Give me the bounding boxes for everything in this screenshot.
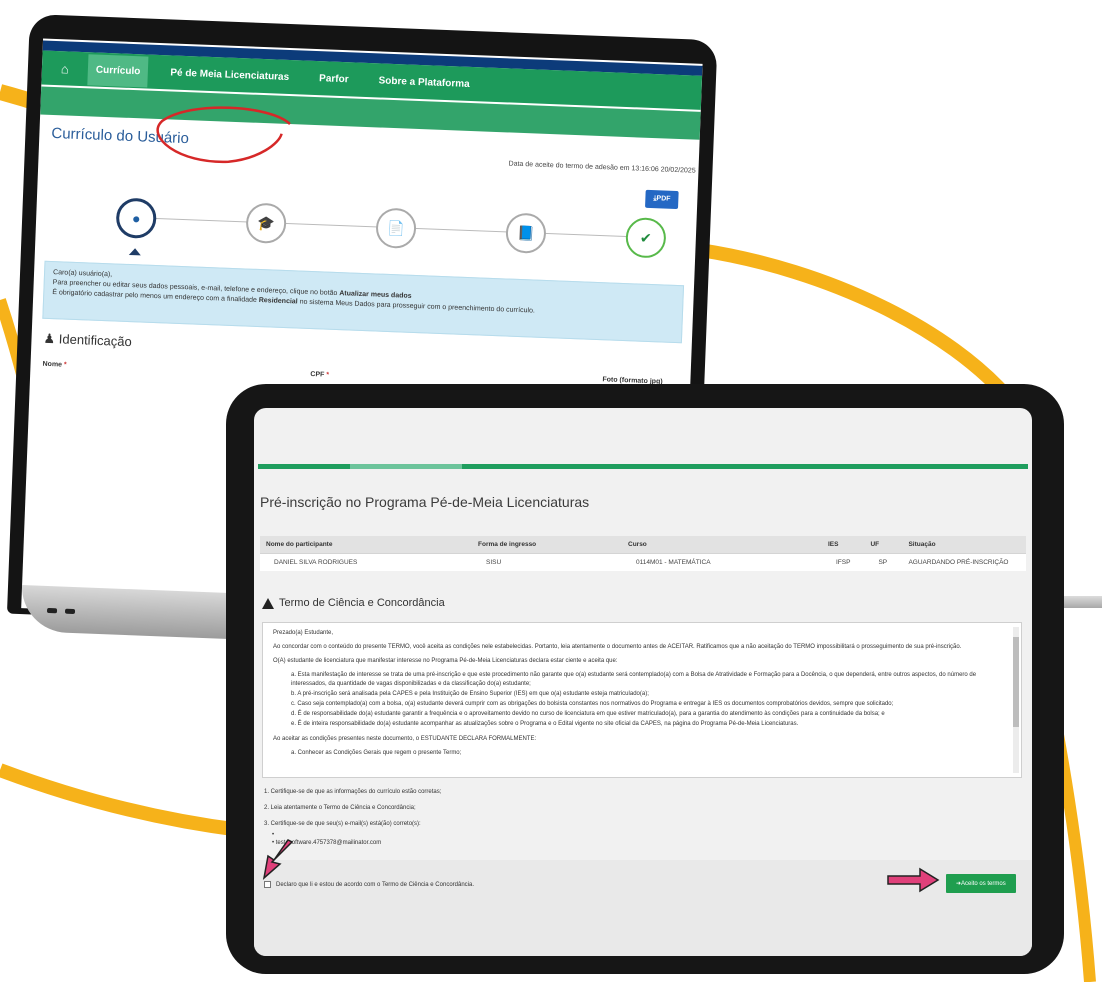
- step-book-icon[interactable]: 📘: [505, 212, 547, 254]
- scrollbar-thumb[interactable]: [1013, 637, 1019, 727]
- col-header: Nome do participante: [260, 536, 472, 554]
- terms-formal-list: a. Conhecer as Condições Gerais que rege…: [291, 749, 1001, 758]
- tablet-top-bar: [258, 464, 1028, 469]
- instruction-item: 1. Certifique-se de que as informações d…: [264, 789, 442, 795]
- section-identificacao: ♟ Identificação: [43, 330, 133, 350]
- step-document-icon[interactable]: 📄: [375, 207, 417, 249]
- nav-item-pe-de-meia[interactable]: Pé de Meia Licenciaturas: [162, 57, 298, 93]
- red-circle-annotation: [156, 106, 291, 163]
- nav-item-parfor[interactable]: Parfor: [311, 62, 358, 95]
- list-item: e. É de inteira responsabilidade do(a) e…: [291, 721, 799, 727]
- table-cell: IFSP: [822, 553, 865, 571]
- col-header: Forma de ingresso: [472, 536, 622, 554]
- nav-item-sobre[interactable]: Sobre a Plataforma: [370, 65, 478, 100]
- table-cell: AGUARDANDO PRÉ-INSCRIÇÃO: [902, 553, 1026, 571]
- terms-declares: O(A) estudante de licenciatura que manif…: [273, 658, 618, 664]
- list-item: b. A pré-inscrição será analisada pela C…: [291, 691, 649, 697]
- terms-scrollbar[interactable]: [1013, 627, 1019, 773]
- list-item: d. É de responsabilidade do(a) estudante…: [291, 711, 885, 717]
- table-cell: DANIEL SILVA RODRIGUES: [260, 553, 472, 571]
- col-header: Curso: [622, 536, 822, 554]
- pdf-button[interactable]: ⤓PDF: [645, 189, 679, 210]
- col-header: IES: [822, 536, 865, 554]
- tablet-top-bar-active: [350, 464, 462, 469]
- table-cell: SP: [864, 553, 903, 571]
- step-check-icon[interactable]: ✔: [625, 217, 667, 259]
- agree-checkbox-row[interactable]: Declaro que li e estou de acordo com o T…: [264, 881, 474, 888]
- list-item: a. Conhecer as Condições Gerais que rege…: [291, 750, 462, 756]
- step-graduation-icon[interactable]: 🎓: [245, 202, 287, 244]
- table-row: DANIEL SILVA RODRIGUES SISU 0114M01 - MA…: [260, 553, 1026, 571]
- table-cell: 0114M01 - MATEMÁTICA: [622, 553, 822, 571]
- instruction-item: 2. Leia atentamente o Termo de Ciência e…: [264, 805, 416, 811]
- pdf-label: PDF: [656, 195, 671, 203]
- pink-arrow-accept-icon: [887, 867, 940, 893]
- preinscricao-title: Pré-inscrição no Programa Pé-de-Meia Lic…: [260, 494, 590, 510]
- instruction-item: 3. Certifique-se de que seu(s) e-mail(s)…: [264, 821, 421, 827]
- instructions-list: 1. Certifique-se de que as informações d…: [264, 784, 441, 832]
- terms-list: a. Esta manifestação de interesse se tra…: [291, 671, 1001, 729]
- step-pointer-icon: [128, 247, 142, 256]
- agree-checkbox-label: Declaro que li e estou de acordo com o T…: [276, 881, 474, 888]
- list-item: c. Caso seja contemplado(a) com a bolsa,…: [291, 701, 894, 707]
- col-header: UF: [864, 536, 903, 554]
- terms-heading: Termo de Ciência e Concordância: [262, 597, 445, 609]
- terms-scroll-box[interactable]: Prezado(a) Estudante, Ao concordar com o…: [262, 622, 1022, 778]
- pink-arrow-checkbox-icon: [262, 839, 294, 880]
- table-cell: SISU: [472, 553, 622, 571]
- user-icon: ♟: [43, 330, 56, 347]
- nav-item-curriculo[interactable]: Currículo: [87, 53, 149, 88]
- terms-intro: Ao concordar com o conteúdo do presente …: [273, 644, 962, 650]
- table-header-row: Nome do participante Forma de ingresso C…: [260, 536, 1026, 554]
- accept-terms-button[interactable]: ➜Aceito os termos: [946, 874, 1016, 893]
- participant-table: Nome do participante Forma de ingresso C…: [260, 536, 1026, 571]
- col-header: Situação: [902, 536, 1026, 554]
- tablet-screen: Pré-inscrição no Programa Pé-de-Meia Lic…: [254, 408, 1032, 956]
- step-user-icon[interactable]: ●: [115, 197, 157, 239]
- list-item: a. Esta manifestação de interesse se tra…: [291, 672, 977, 687]
- laptop-port: [64, 608, 76, 615]
- terms-greeting: Prezado(a) Estudante,: [273, 630, 334, 636]
- home-icon[interactable]: ⌂: [56, 61, 75, 77]
- terms-formally: Ao aceitar as condições presentes neste …: [273, 736, 537, 742]
- agree-checkbox[interactable]: [264, 881, 271, 888]
- field-cpf-label: CPF *: [310, 371, 330, 379]
- warning-icon: [262, 597, 274, 609]
- stage: ⌂ Currículo Pé de Meia Licenciaturas Par…: [0, 0, 1102, 982]
- laptop-port: [46, 607, 58, 614]
- field-nome-label: Nome *: [42, 360, 67, 369]
